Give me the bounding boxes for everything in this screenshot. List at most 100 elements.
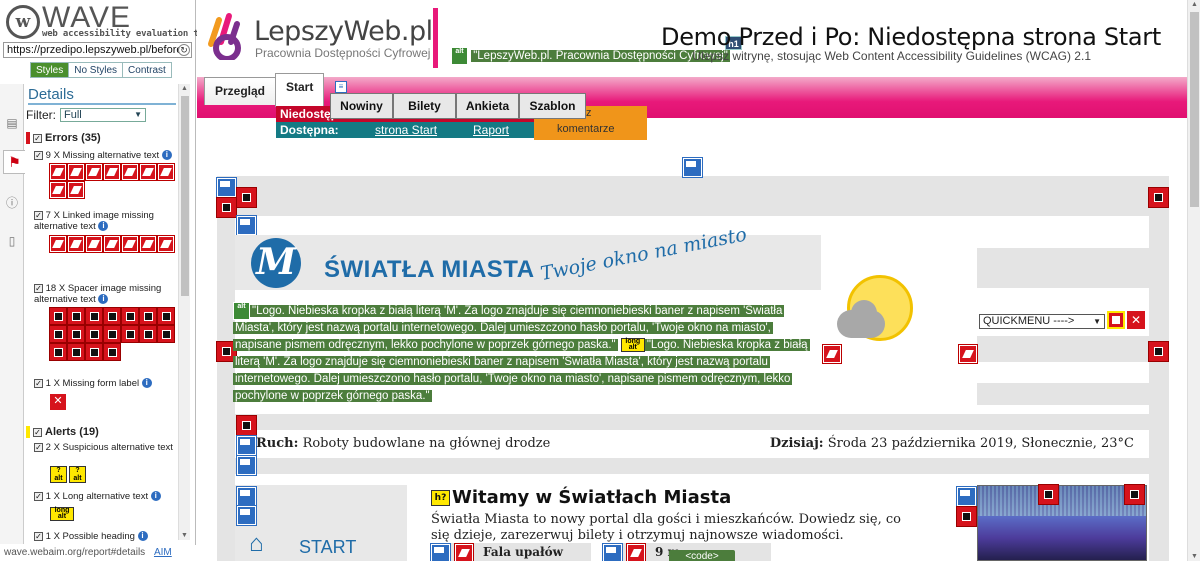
error-icon[interactable] [140,236,156,252]
info-icon[interactable]: i [98,221,109,232]
errors-checkbox[interactable]: ✓ [33,133,42,143]
spacer-error-icon[interactable] [237,188,256,207]
spacer-error-icon[interactable] [158,308,174,324]
details-scrollbar[interactable]: ▲ ▼ [178,84,190,540]
spacer-error-icon[interactable] [50,344,66,360]
item-checkbox[interactable]: ✓ [34,443,43,452]
error-icon[interactable] [104,236,120,252]
start-nav-box[interactable]: ⌂ START [235,485,407,561]
news-card-heatwave[interactable]: Fala upałów [431,543,591,561]
form-label-error-icon[interactable]: ✕ [50,394,66,410]
spacer-error-icon[interactable] [158,326,174,342]
item-checkbox[interactable]: ✓ [34,379,43,388]
alerts-category[interactable]: ✓ Alerts (19) [26,426,99,438]
spacer-error-icon[interactable] [217,198,236,217]
error-icon[interactable] [140,164,156,180]
spacer-error-icon[interactable] [237,416,256,435]
spacer-error-icon[interactable] [1149,342,1168,361]
info-icon[interactable]: i [137,531,148,542]
url-input[interactable]: https://przedipo.lepszyweb.pl/before/ ↻ [3,42,192,58]
error-icon[interactable] [86,164,102,180]
menu-nowiny[interactable]: Nowiny [330,93,393,119]
spacer-error-icon[interactable] [68,308,84,324]
layout-table-icon[interactable] [237,456,256,475]
page-scrollbar[interactable]: ▲ ▼ [1187,0,1200,561]
spacer-error-icon[interactable] [122,308,138,324]
scrollbar-thumb[interactable] [181,96,189,296]
alt-icon[interactable]: alt [233,302,250,320]
menu-bilety[interactable]: Bilety [393,93,456,119]
suspicious-alt-icon[interactable]: ? alt [69,466,86,483]
info-icon[interactable]: i [141,378,152,389]
item-checkbox[interactable]: ✓ [34,151,43,160]
scroll-down-icon[interactable]: ▼ [1191,553,1198,560]
link-strona-start[interactable]: strona Start [375,122,437,138]
spacer-error-icon[interactable] [104,308,120,324]
alerts-checkbox[interactable]: ✓ [33,427,42,437]
error-icon[interactable] [823,345,841,363]
error-icon[interactable] [104,164,120,180]
tab-przeglad[interactable]: Przegląd [204,77,277,105]
layout-table-icon[interactable] [237,216,256,235]
spacer-error-icon[interactable] [50,326,66,342]
spacer-error-icon[interactable] [86,308,102,324]
error-icon[interactable] [68,236,84,252]
spacer-error-icon[interactable] [86,326,102,342]
spacer-error-icon[interactable] [86,344,102,360]
reference-info-icon[interactable]: ⓘ [5,194,19,210]
item-checkbox[interactable]: ✓ [34,532,43,541]
error-icon[interactable] [50,182,66,198]
details-flag-icon[interactable]: ⚑ [3,150,25,174]
spacer-error-icon[interactable] [104,326,120,342]
layout-table-icon[interactable] [431,544,450,561]
layout-table-icon[interactable] [237,436,256,455]
wave-logo[interactable]: w WAVE web accessibility evaluation tool [4,1,214,43]
error-icon[interactable] [122,236,138,252]
spacer-error-icon[interactable] [122,326,138,342]
alert-item-suspicious-alt[interactable]: ✓ 2 X Suspicious alternative text [34,442,174,453]
quickmenu-go-button[interactable] [1107,311,1125,329]
scroll-up-icon[interactable]: ▲ [1191,1,1198,8]
refresh-icon[interactable]: ↻ [178,44,190,56]
code-tag-icon[interactable]: <code> [669,550,735,561]
spacer-error-icon[interactable] [140,326,156,342]
item-checkbox[interactable]: ✓ [34,211,43,220]
form-label-error-icon[interactable]: ✕ [1127,311,1145,329]
menu-szablon[interactable]: Szablon [519,93,586,119]
spacer-error-icon[interactable] [957,507,976,526]
spacer-error-icon[interactable] [140,308,156,324]
spacer-error-icon[interactable] [1125,485,1144,504]
error-item-spacer[interactable]: ✓ 18 X Spacer image missing alternative … [34,283,174,305]
tab-styles[interactable]: Styles [31,63,70,77]
spacer-error-icon[interactable] [68,344,84,360]
menu-ankieta[interactable]: Ankieta [456,93,519,119]
quickmenu-select[interactable]: QUICKMENU ----> ▼ [979,314,1105,329]
tab-contrast[interactable]: Contrast [123,63,171,77]
error-item-form-label[interactable]: ✓ 1 X Missing form label i [34,378,174,389]
layout-table-icon[interactable] [957,487,976,506]
tab-no-styles[interactable]: No Styles [69,63,124,77]
tab-start[interactable]: Start [275,73,325,107]
error-icon[interactable] [50,164,66,180]
layout-table-icon[interactable] [683,158,702,177]
scroll-up-icon[interactable]: ▲ [181,85,188,92]
error-icon[interactable] [959,345,977,363]
error-icon[interactable] [158,236,174,252]
info-icon[interactable]: i [150,491,161,502]
error-icon[interactable] [627,544,645,561]
document-icon[interactable]: ▯ [5,234,19,250]
item-checkbox[interactable]: ✓ [34,284,43,293]
error-icon[interactable] [122,164,138,180]
layout-table-icon[interactable] [237,506,256,525]
alert-item-long-alt[interactable]: ✓ 1 X Long alternative text i [34,491,174,502]
error-icon[interactable] [68,182,84,198]
spacer-error-icon[interactable] [68,326,84,342]
error-icon[interactable] [455,544,473,561]
spacer-error-icon[interactable] [1039,485,1058,504]
info-icon[interactable]: i [161,150,172,161]
spacer-error-icon[interactable] [104,344,120,360]
aim-link[interactable]: AIM [154,547,172,558]
menu-list-icon[interactable]: ≡ [335,81,347,93]
error-icon[interactable] [68,164,84,180]
summary-icon[interactable]: ▤ [5,116,19,132]
